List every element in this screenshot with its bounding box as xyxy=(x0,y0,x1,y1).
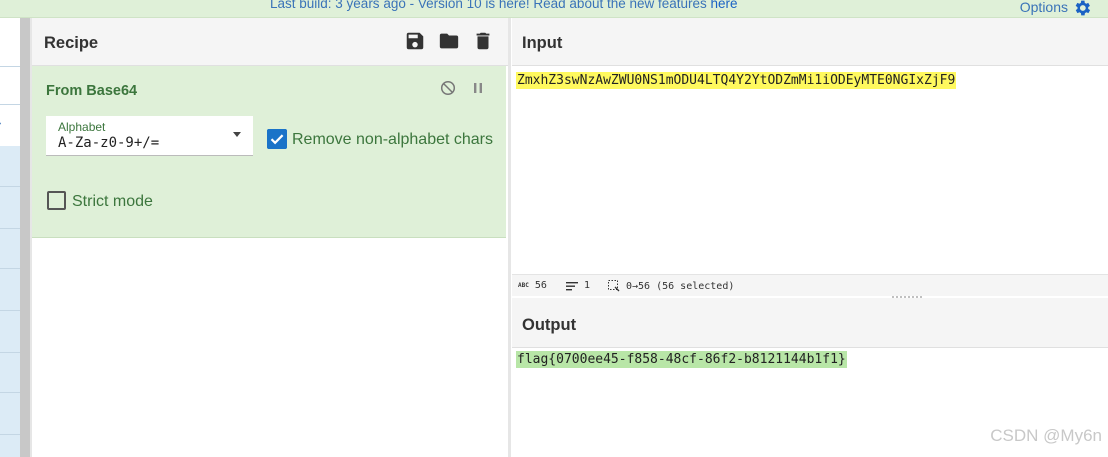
operation-from-base64[interactable]: From Base64 Alphabet A-Za-z0-9+/= Remove… xyxy=(32,66,506,238)
notification-banner: Last build: 3 years ago - Version 10 is … xyxy=(0,0,1108,18)
lines-icon xyxy=(566,281,578,290)
divider xyxy=(0,310,20,311)
abc-icon: ABC xyxy=(518,282,529,289)
output-title: Output xyxy=(522,316,577,334)
strict-mode-label[interactable]: Strict mode xyxy=(72,193,153,211)
length-stat: ABC 56 xyxy=(518,280,547,291)
options-label: Options xyxy=(1019,0,1068,15)
divider xyxy=(0,392,20,393)
alphabet-select[interactable]: Alphabet A-Za-z0-9+/= xyxy=(46,116,253,156)
banner-link[interactable]: here xyxy=(711,0,738,11)
divider xyxy=(0,268,20,269)
length-value: 56 xyxy=(534,280,547,291)
input-title: Input xyxy=(522,34,563,52)
remove-non-alphabet-checkbox[interactable] xyxy=(267,129,287,149)
alphabet-label: Alphabet xyxy=(58,120,106,134)
recipe-toolbar xyxy=(404,30,494,52)
recipe-panel: Recipe From Base64 Alphabet A-Za-z0-9+/=… xyxy=(32,18,508,457)
divider xyxy=(0,228,20,229)
input-text: ZmxhZ3swNzAwZWU0NS1mODU4LTQ4Y2YtODZmMi1i… xyxy=(516,72,957,89)
lines-stat: 1 xyxy=(566,280,590,291)
operation-controls xyxy=(440,80,486,96)
selection-value: 0→56 (56 selected) xyxy=(626,280,735,292)
lines-value: 1 xyxy=(584,280,591,291)
divider xyxy=(0,434,20,435)
options-button[interactable]: Options xyxy=(1020,0,1092,18)
divider xyxy=(0,66,20,67)
divider xyxy=(0,104,20,105)
divider xyxy=(0,352,20,353)
folder-icon[interactable] xyxy=(438,30,460,52)
recipe-title: Recipe xyxy=(44,34,99,52)
remove-non-alphabet-label[interactable]: Remove non-alphabet chars xyxy=(292,131,493,149)
input-status-bar: ABC 56 1 0→56 (56 selected) xyxy=(512,274,1108,296)
divider xyxy=(0,186,20,187)
trash-icon[interactable] xyxy=(472,30,494,52)
output-value: flag{0700ee45-f858-48cf-86f2-b8121144b1f… xyxy=(517,352,846,367)
io-panel: Input ZmxhZ3swNzAwZWU0NS1mODU4LTQ4Y2YtOD… xyxy=(512,18,1108,457)
recipe-header: Recipe xyxy=(32,18,508,66)
save-icon[interactable] xyxy=(404,30,426,52)
output-header: Output xyxy=(512,298,1108,348)
arrow-icon: › xyxy=(0,118,1,129)
alphabet-value: A-Za-z0-9+/= xyxy=(58,135,160,151)
operation-title: From Base64 xyxy=(46,83,138,99)
banner-message: Last build: 3 years ago - Version 10 is … xyxy=(270,0,738,11)
banner-text: Last build: 3 years ago - Version 10 is … xyxy=(270,0,711,11)
caret-down-icon xyxy=(233,132,241,137)
favourites-list[interactable] xyxy=(0,146,20,457)
input-textarea[interactable]: ZmxhZ3swNzAwZWU0NS1mODU4LTQ4Y2YtODZmMi1i… xyxy=(512,66,1108,272)
operations-list-edge: › xyxy=(0,18,20,457)
pause-icon[interactable] xyxy=(470,80,486,96)
watermark: CSDN @My6n xyxy=(990,426,1102,445)
output-text[interactable]: flag{0700ee45-f858-48cf-86f2-b8121144b1f… xyxy=(516,351,847,368)
input-header: Input xyxy=(512,18,1108,66)
strict-mode-checkbox[interactable] xyxy=(47,191,66,210)
disable-icon[interactable] xyxy=(440,80,456,96)
pane-resize-handle[interactable] xyxy=(20,18,30,457)
gear-icon xyxy=(1075,0,1091,16)
selection-stat: 0→56 (56 selected) xyxy=(608,280,734,292)
selection-icon xyxy=(608,280,620,292)
